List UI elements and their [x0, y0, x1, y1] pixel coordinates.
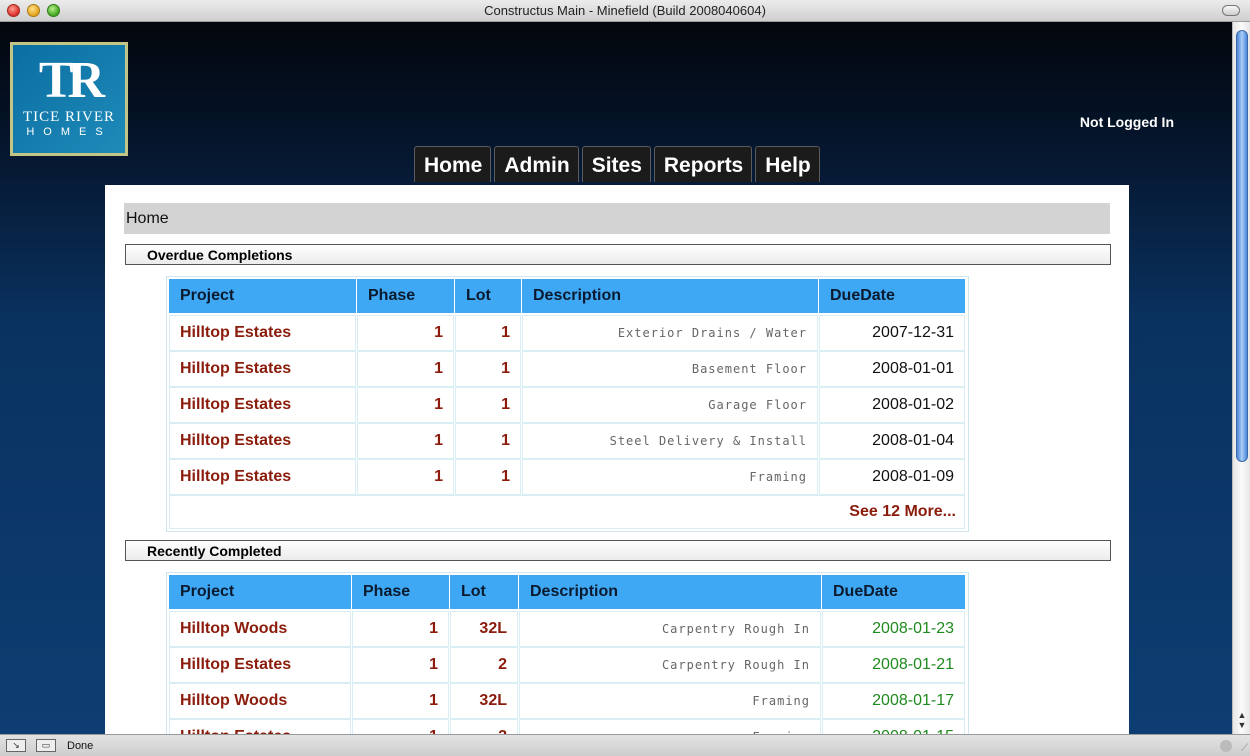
- lot-link[interactable]: 32L: [450, 611, 518, 647]
- project-link[interactable]: Hilltop Estates: [169, 459, 356, 495]
- main-nav: Home Admin Sites Reports Help: [414, 146, 820, 182]
- scrollbar-thumb[interactable]: [1236, 30, 1248, 462]
- phase-link[interactable]: 1: [357, 423, 454, 459]
- due-date-cell: 2008-01-01: [819, 351, 965, 387]
- logo-mark: TR: [38, 52, 105, 109]
- toolbar-toggle-icon[interactable]: [1222, 5, 1240, 16]
- col-duedate[interactable]: DueDate: [822, 575, 965, 609]
- col-lot[interactable]: Lot: [455, 279, 521, 313]
- lot-link[interactable]: 2: [450, 719, 518, 734]
- cursor-tool-icon[interactable]: ↘: [6, 739, 26, 752]
- lot-link[interactable]: 1: [455, 423, 521, 459]
- table-row: Hilltop Estates 1 1 Framing 2008-01-09: [169, 459, 966, 495]
- see-more-link[interactable]: See 12 More...: [169, 495, 965, 529]
- due-date-cell: 2008-01-15: [822, 719, 965, 734]
- status-text: Done: [67, 740, 94, 752]
- due-date-cell: 2008-01-04: [819, 423, 965, 459]
- table-row: Hilltop Estates 1 1 Basement Floor 2008-…: [169, 351, 966, 387]
- breadcrumb: Home: [124, 203, 1110, 234]
- col-project[interactable]: Project: [169, 279, 356, 313]
- resize-grip-icon[interactable]: ⟋: [1241, 743, 1248, 754]
- security-icon[interactable]: [1220, 740, 1232, 752]
- page-area: TR TICE RIVER HOMES Not Logged In Home A…: [0, 22, 1232, 734]
- logo-sub: HOMES: [26, 126, 112, 138]
- project-link[interactable]: Hilltop Estates: [169, 719, 351, 734]
- content-panel: Home Overdue Completions Project Phase L…: [105, 185, 1129, 734]
- scroll-arrows-icon[interactable]: ▲ ▼: [1236, 710, 1248, 730]
- due-date-cell: 2008-01-23: [822, 611, 965, 647]
- more-row: See 12 More...: [169, 495, 966, 529]
- tab-sites[interactable]: Sites: [581, 146, 651, 182]
- phase-link[interactable]: 1: [352, 683, 449, 719]
- project-link[interactable]: Hilltop Woods: [169, 611, 351, 647]
- table-row: Hilltop Estates 1 2 Framing 2008-01-15: [169, 719, 966, 734]
- phase-link[interactable]: 1: [357, 459, 454, 495]
- description-cell: Steel Delivery & Install: [522, 423, 818, 459]
- table-row: Hilltop Woods 1 32L Framing 2008-01-17: [169, 683, 966, 719]
- table-row: Hilltop Estates 1 1 Garage Floor 2008-01…: [169, 387, 966, 423]
- col-phase[interactable]: Phase: [352, 575, 449, 609]
- description-cell: Exterior Drains / Water: [522, 315, 818, 351]
- col-phase[interactable]: Phase: [357, 279, 454, 313]
- due-date-cell: 2008-01-21: [822, 647, 965, 683]
- col-project[interactable]: Project: [169, 575, 351, 609]
- table-header-row: Project Phase Lot Description DueDate: [169, 575, 966, 611]
- tab-home[interactable]: Home: [414, 146, 492, 182]
- col-description[interactable]: Description: [519, 575, 821, 609]
- phase-link[interactable]: 1: [352, 719, 449, 734]
- description-cell: Garage Floor: [522, 387, 818, 423]
- phase-link[interactable]: 1: [357, 387, 454, 423]
- window-titlebar: Constructus Main - Minefield (Build 2008…: [0, 0, 1250, 22]
- description-cell: Carpentry Rough In: [519, 647, 821, 683]
- due-date-cell: 2008-01-09: [819, 459, 965, 495]
- tab-admin[interactable]: Admin: [494, 146, 579, 182]
- due-date-cell: 2007-12-31: [819, 315, 965, 351]
- project-link[interactable]: Hilltop Estates: [169, 423, 356, 459]
- ruler-icon[interactable]: ▭: [36, 739, 56, 752]
- tab-reports[interactable]: Reports: [653, 146, 753, 182]
- table-row: Hilltop Woods 1 32L Carpentry Rough In 2…: [169, 611, 966, 647]
- phase-link[interactable]: 1: [352, 647, 449, 683]
- table-row: Hilltop Estates 1 1 Steel Delivery & Ins…: [169, 423, 966, 459]
- overdue-table: Project Phase Lot Description DueDate Hi…: [166, 276, 969, 532]
- description-cell: Basement Floor: [522, 351, 818, 387]
- project-link[interactable]: Hilltop Estates: [169, 351, 356, 387]
- phase-link[interactable]: 1: [357, 351, 454, 387]
- vertical-scrollbar[interactable]: ▲ ▼: [1232, 22, 1250, 734]
- lot-link[interactable]: 1: [455, 459, 521, 495]
- overdue-section-title: Overdue Completions: [125, 244, 1111, 265]
- due-date-cell: 2008-01-17: [822, 683, 965, 719]
- status-bar: ↘ ▭ Done ⟋: [0, 734, 1250, 756]
- table-row: Hilltop Estates 1 1 Exterior Drains / Wa…: [169, 315, 966, 351]
- description-cell: Carpentry Rough In: [519, 611, 821, 647]
- phase-link[interactable]: 1: [352, 611, 449, 647]
- phase-link[interactable]: 1: [357, 315, 454, 351]
- col-lot[interactable]: Lot: [450, 575, 518, 609]
- project-link[interactable]: Hilltop Woods: [169, 683, 351, 719]
- completed-table: Project Phase Lot Description DueDate Hi…: [166, 572, 969, 734]
- login-status: Not Logged In: [1079, 114, 1174, 130]
- project-link[interactable]: Hilltop Estates: [169, 647, 351, 683]
- lot-link[interactable]: 1: [455, 351, 521, 387]
- project-link[interactable]: Hilltop Estates: [169, 315, 356, 351]
- company-logo[interactable]: TR TICE RIVER HOMES: [10, 42, 128, 156]
- project-link[interactable]: Hilltop Estates: [169, 387, 356, 423]
- window-title: Constructus Main - Minefield (Build 2008…: [484, 3, 766, 18]
- col-duedate[interactable]: DueDate: [819, 279, 965, 313]
- description-cell: Framing: [522, 459, 818, 495]
- logo-name: TICE RIVER: [22, 109, 116, 125]
- description-cell: Framing: [519, 719, 821, 734]
- lot-link[interactable]: 1: [455, 387, 521, 423]
- due-date-cell: 2008-01-02: [819, 387, 965, 423]
- description-cell: Framing: [519, 683, 821, 719]
- lot-link[interactable]: 2: [450, 647, 518, 683]
- col-description[interactable]: Description: [522, 279, 818, 313]
- lot-link[interactable]: 1: [455, 315, 521, 351]
- tab-help[interactable]: Help: [755, 146, 820, 182]
- lot-link[interactable]: 32L: [450, 683, 518, 719]
- table-row: Hilltop Estates 1 2 Carpentry Rough In 2…: [169, 647, 966, 683]
- completed-section-title: Recently Completed: [125, 540, 1111, 561]
- table-header-row: Project Phase Lot Description DueDate: [169, 279, 966, 315]
